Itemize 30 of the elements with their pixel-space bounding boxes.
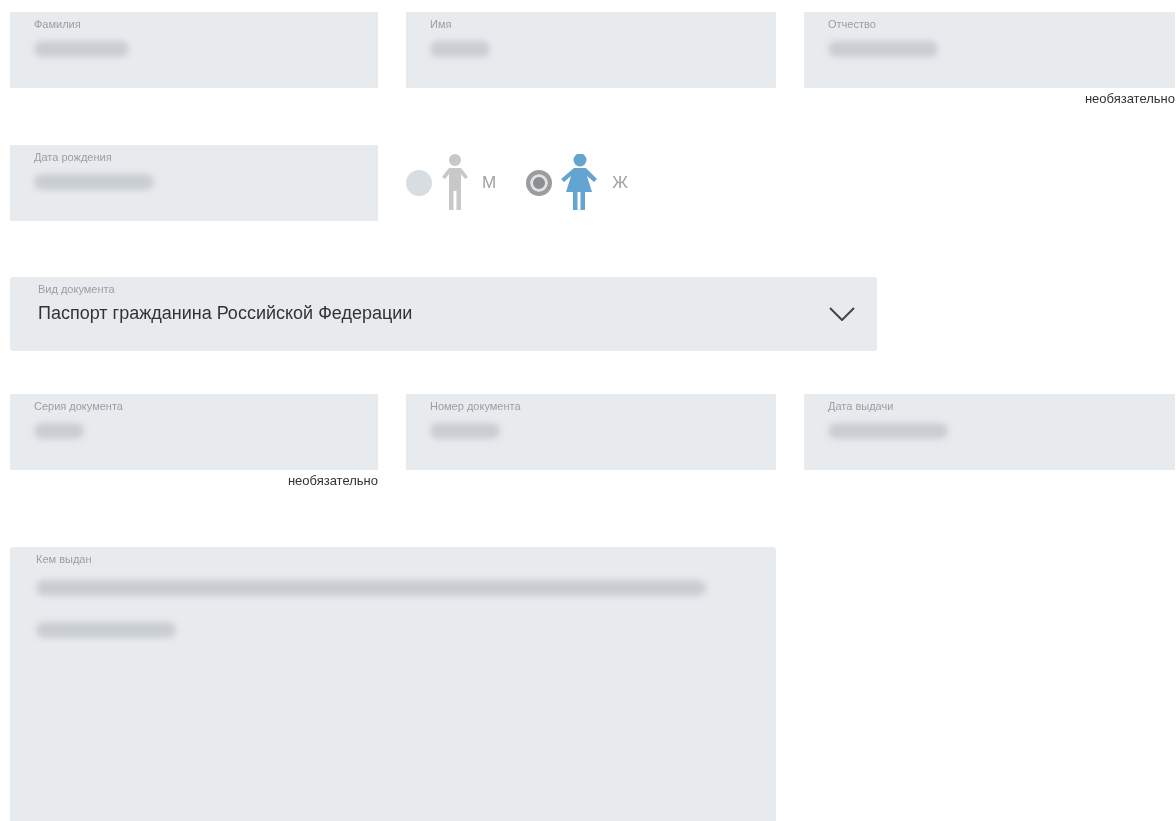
document-type-dropdown[interactable]: Вид документа Паспорт гражданина Российской Федерации: [10, 277, 877, 351]
blurred-value: [430, 423, 500, 439]
field-label: Фамилия: [34, 18, 81, 31]
input-field[interactable]: Номер документа: [406, 394, 776, 470]
field-label: Кем выдан: [36, 553, 92, 566]
selected-value: Паспорт гражданина Российской Федерации: [38, 303, 413, 324]
input-field[interactable]: Имя: [406, 12, 776, 88]
field-label: Отчество: [828, 18, 876, 31]
optional-note: необязательно: [1084, 91, 1175, 106]
field-label: Дата рождения: [34, 151, 112, 164]
person-icon: [440, 154, 470, 212]
input-field[interactable]: Фамилия: [10, 12, 378, 88]
optional-note: необязательно: [287, 473, 378, 488]
text-area[interactable]: Кем выдан: [10, 547, 776, 821]
input-field[interactable]: Дата выдачи: [804, 394, 1175, 470]
blurred-value: [430, 41, 490, 57]
chevron-down-icon: [829, 307, 855, 321]
field-label: Имя: [430, 18, 452, 31]
input-field[interactable]: Отчество: [804, 12, 1175, 88]
field-label: Вид документа: [38, 283, 115, 296]
blurred-value: [34, 423, 84, 439]
input-field[interactable]: Серия документа: [10, 394, 378, 470]
field-label: Дата выдачи: [828, 400, 894, 413]
radio-button[interactable]: [406, 170, 432, 196]
input-field[interactable]: Дата рождения: [10, 145, 378, 221]
gender-label: М: [482, 173, 497, 193]
field-label: Серия документа: [34, 400, 123, 413]
field-label: Номер документа: [430, 400, 521, 413]
radio-button[interactable]: [526, 170, 553, 196]
gender-label: Ж: [612, 173, 628, 193]
